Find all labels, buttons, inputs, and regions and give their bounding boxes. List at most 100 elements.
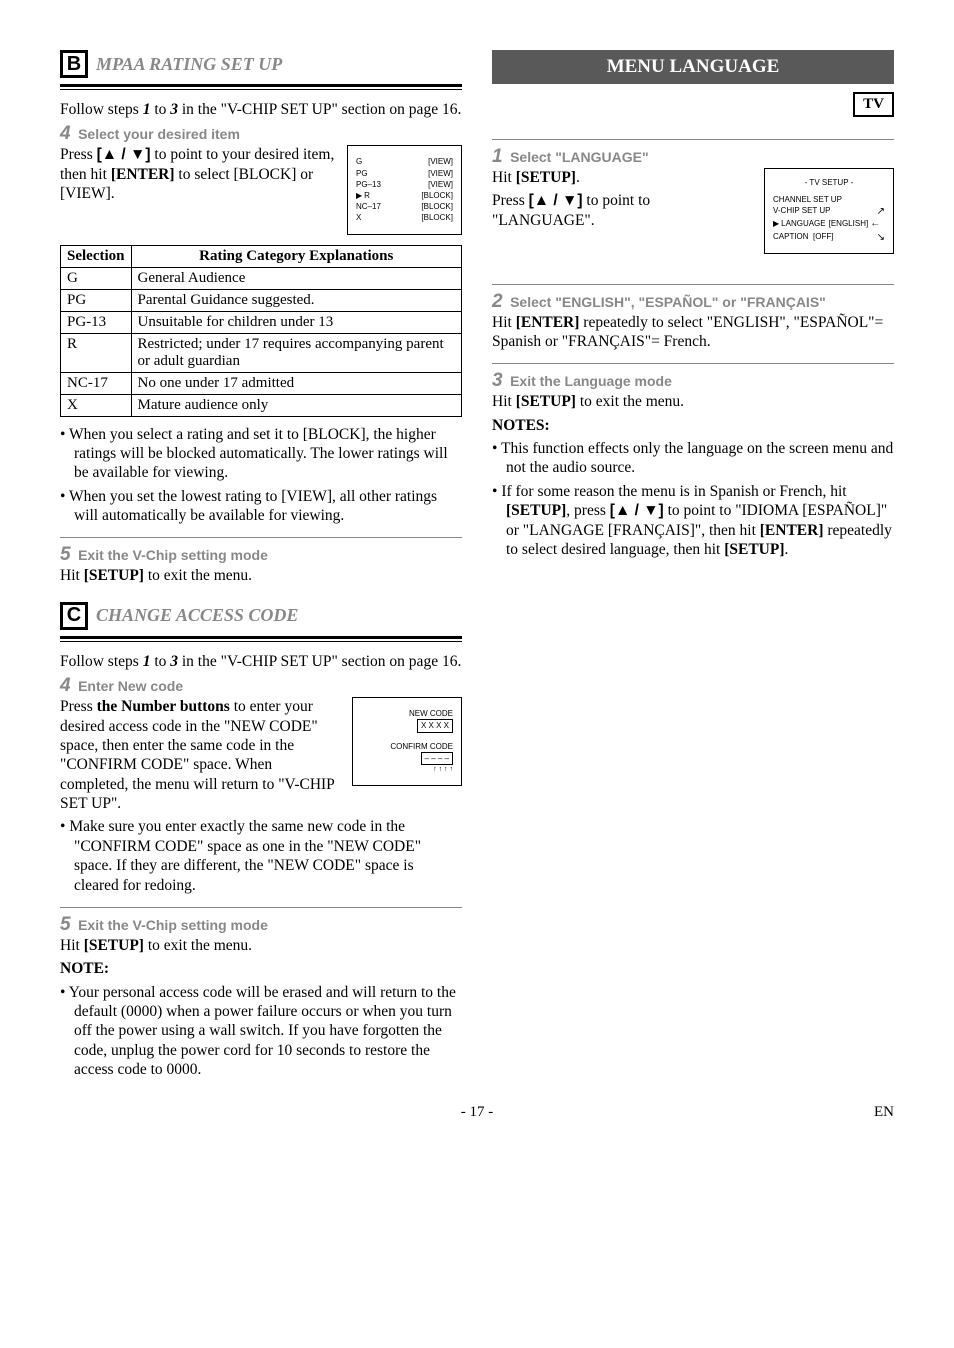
r-step2-body: Hit [ENTER] repeatedly to select "ENGLIS… [492, 313, 894, 352]
table-row: GGeneral Audience [61, 267, 462, 289]
osd-status: [BLOCK] [421, 190, 453, 201]
text: Press [492, 192, 529, 209]
text: 3 [170, 101, 178, 118]
tv-badge: TV [853, 92, 894, 117]
section-b-intro: Follow steps 1 to 3 in the "V-CHIP SET U… [60, 100, 462, 119]
osd-value: [OFF] [813, 232, 833, 241]
table-header: Selection [61, 245, 132, 267]
rating-desc: Parental Guidance suggested. [131, 289, 462, 311]
text: in the "V-CHIP SET UP" section on page 1… [178, 101, 461, 118]
table-row: RRestricted; under 17 requires accompany… [61, 333, 462, 372]
pointer-arrows-icon: ↑ ↑ ↑ ↑ [361, 765, 453, 775]
step-label: Exit the Language mode [510, 373, 672, 389]
r-notes: This function effects only the language … [492, 439, 894, 559]
osd-status: [VIEW] [428, 168, 453, 179]
list-item: When you set the lowest rating to [VIEW]… [60, 487, 462, 526]
step-label: Exit the V-Chip setting mode [78, 547, 268, 563]
osd-tv-setup: - TV SETUP - CHANNEL SET UP V-CHIP SET U… [764, 168, 894, 254]
step-label: Select "ENGLISH", "ESPAÑOL" or "FRANÇAIS… [510, 294, 826, 310]
table-row: NC-17No one under 17 admitted [61, 372, 462, 394]
section-c-title: CHANGE ACCESS CODE [96, 605, 298, 626]
text: If for some reason the menu is in Spanis… [501, 483, 846, 500]
text: [SETUP] [84, 937, 144, 954]
step-number: 4 [60, 123, 71, 144]
step-label: Select "LANGUAGE" [510, 149, 649, 165]
text: Follow steps [60, 101, 143, 118]
text: [SETUP] [724, 541, 784, 558]
arrow-icon: ← [870, 217, 880, 231]
list-item: When you select a rating and set it to [… [60, 425, 462, 483]
text: to [150, 101, 170, 118]
text: to enter your desired access code in the… [60, 698, 334, 812]
step-number: 5 [60, 544, 71, 565]
osd-value: – – – – [421, 752, 453, 765]
c-step4-heading: 4 Enter New code [60, 675, 462, 697]
rating-desc: Mature audience only [131, 394, 462, 416]
section-b-header: B MPAA RATING SET UP [60, 50, 462, 78]
osd-item: X [356, 212, 361, 223]
osd-item: NC–17 [356, 201, 381, 212]
c-note-bullets: Your personal access code will be erased… [60, 983, 462, 1080]
text: [ENTER] [760, 522, 824, 539]
osd-item: LANGUAGE [781, 218, 825, 229]
table-header: Rating Category Explanations [131, 245, 462, 267]
arrow-icon: ↘ [877, 231, 885, 245]
text: Press [60, 146, 97, 163]
text: . [785, 541, 789, 558]
text: in the "V-CHIP SET UP" section on page 1… [178, 653, 461, 670]
text: Follow steps [60, 653, 143, 670]
section-b-letter: B [60, 50, 88, 78]
osd-title: - TV SETUP - [773, 177, 885, 188]
text: [▲ / ▼] [610, 502, 664, 519]
step-number: 4 [60, 675, 71, 696]
table-row: XMature audience only [61, 394, 462, 416]
osd-mpaa-ratings: G[VIEW] PG[VIEW] PG–13[VIEW] ▶R[BLOCK] N… [347, 145, 462, 234]
list-item: If for some reason the menu is in Spanis… [492, 482, 894, 560]
text: [ENTER] [111, 166, 175, 183]
osd-value: X X X X [417, 719, 453, 732]
rating-desc: Unsuitable for children under 13 [131, 311, 462, 333]
step-number: 5 [60, 914, 71, 935]
rating-code: PG [61, 289, 132, 311]
table-header-row: Selection Rating Category Explanations [61, 245, 462, 267]
text: , press [566, 502, 609, 519]
ratings-table: Selection Rating Category Explanations G… [60, 245, 462, 417]
b-step5-body: Hit [SETUP] to exit the menu. [60, 566, 462, 585]
osd-label: CONFIRM CODE [361, 741, 453, 752]
osd-value: [ENGLISH] [829, 218, 869, 229]
rating-code: NC-17 [61, 372, 132, 394]
text: Hit [492, 169, 516, 186]
divider [492, 363, 894, 364]
divider [60, 84, 462, 90]
step-number: 1 [492, 146, 503, 167]
text: Hit [492, 314, 516, 331]
text: the Number buttons [97, 698, 230, 715]
menu-language-banner: MENU LANGUAGE [492, 50, 894, 84]
osd-label: NEW CODE [361, 708, 453, 719]
osd-status: [VIEW] [428, 179, 453, 190]
text: Press [60, 698, 97, 715]
osd-status: [BLOCK] [421, 201, 453, 212]
rating-desc: Restricted; under 17 requires accompanyi… [131, 333, 462, 372]
rating-code: G [61, 267, 132, 289]
section-b-title: MPAA RATING SET UP [96, 54, 282, 75]
osd-status: [VIEW] [428, 156, 453, 167]
text: [▲ / ▼] [97, 146, 151, 163]
c-step5-body: Hit [SETUP] to exit the menu. [60, 936, 462, 955]
text: to exit the menu. [144, 937, 252, 954]
osd-status: [BLOCK] [421, 212, 453, 223]
step-number: 3 [492, 370, 503, 391]
r-step1-heading: 1 Select "LANGUAGE" [492, 146, 894, 168]
osd-enter-code: NEW CODE X X X X CONFIRM CODE – – – – ↑ … [352, 697, 462, 786]
pointer-icon: ▶ [773, 218, 779, 229]
osd-item: PG [356, 168, 368, 179]
b-step4-heading: 4 Select your desired item [60, 123, 462, 145]
text: to exit the menu. [576, 393, 684, 410]
text: [▲ / ▼] [529, 192, 583, 209]
pointer-icon: ▶ [356, 190, 362, 201]
page-lang-code: EN [874, 1104, 894, 1121]
list-item: This function effects only the language … [492, 439, 894, 478]
divider [492, 139, 894, 140]
step-label: Select your desired item [78, 126, 240, 142]
rating-desc: No one under 17 admitted [131, 372, 462, 394]
